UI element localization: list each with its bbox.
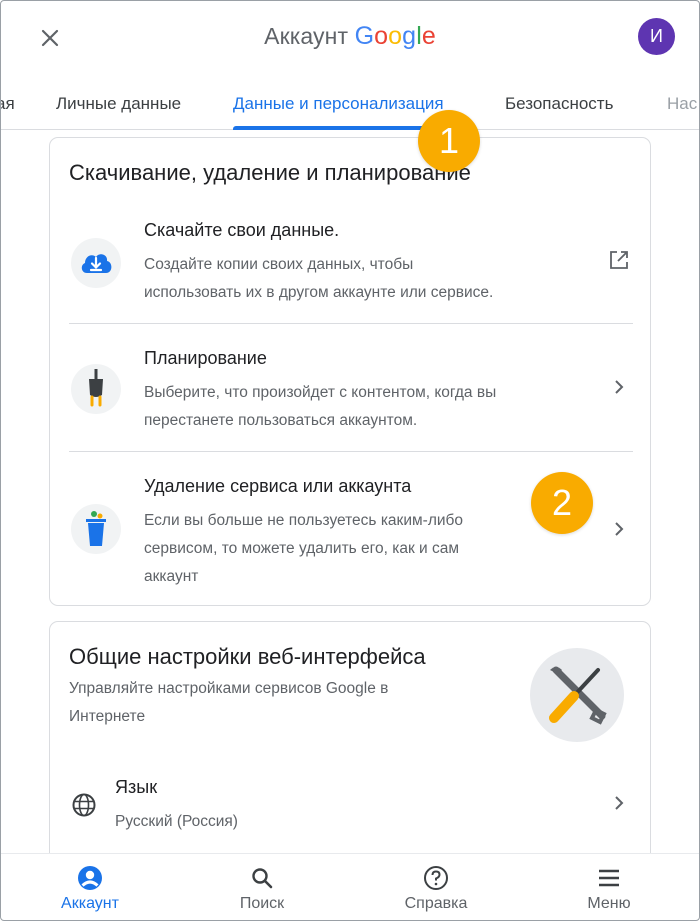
nav-label: Справка — [404, 895, 468, 912]
row-title: Планирование — [144, 348, 267, 368]
tab-previous[interactable]: ая — [0, 94, 15, 114]
page-title: Аккаунт Google — [0, 22, 700, 51]
download-data-row[interactable]: Скачайте свои данные. Создайте копии сво… — [50, 208, 650, 324]
help-icon — [423, 864, 449, 892]
step-badge-2: 2 — [531, 472, 593, 534]
row-description-line: использовать их в другом аккаунте или се… — [144, 284, 494, 301]
row-description-line: Если вы больше не пользуетесь каким-либо — [144, 512, 464, 529]
account-circle-icon — [77, 864, 103, 892]
google-logo-text: Google — [354, 22, 436, 50]
card-title: Скачивание, удаление и планирование — [69, 160, 471, 185]
card-title: Общие настройки веб-интерфейса — [69, 644, 426, 669]
trash-bin-icon — [71, 504, 121, 554]
web-settings-card: Общие настройки веб-интерфейса Управляйт… — [49, 621, 651, 881]
nav-help[interactable]: Справка — [381, 854, 491, 921]
bottom-navigation: Аккаунт Поиск Справка Меню — [0, 853, 700, 921]
nav-label: Меню — [587, 895, 631, 912]
chevron-right-icon — [605, 515, 633, 543]
tab-data-personalization[interactable]: Данные и персонализация — [233, 94, 444, 114]
tab-personal-info[interactable]: Личные данные — [56, 94, 181, 114]
card-description: Управляйте настройками сервисов Google в… — [69, 675, 489, 731]
row-title: Скачайте свои данные. — [144, 220, 340, 240]
card-description-line: Интернете — [69, 708, 146, 725]
row-description-line: Выберите, что произойдет с контентом, ко… — [144, 384, 497, 401]
tab-bar: ая Личные данные Данные и персонализация… — [0, 80, 700, 130]
avatar[interactable]: И — [638, 18, 675, 55]
app-header: Аккаунт Google И — [0, 0, 700, 76]
nav-account[interactable]: Аккаунт — [35, 854, 145, 921]
download-delete-plan-card: Скачивание, удаление и планирование Скач… — [49, 137, 651, 606]
tab-security[interactable]: Безопасность — [505, 94, 613, 114]
nav-label: Аккаунт — [61, 895, 119, 912]
nav-menu[interactable]: Меню — [554, 854, 664, 921]
nav-label: Поиск — [239, 895, 285, 912]
language-row[interactable]: Язык Русский (Россия) — [50, 760, 650, 850]
title-prefix: Аккаунт — [264, 23, 349, 49]
tools-icon — [530, 648, 624, 742]
row-description: Если вы больше не пользуетесь каким-либо… — [144, 507, 584, 591]
chevron-right-icon — [605, 373, 633, 401]
planning-row[interactable]: Планирование Выберите, что произойдет с … — [50, 324, 650, 451]
cloud-download-icon — [71, 238, 121, 288]
chevron-right-icon — [605, 789, 633, 817]
plug-icon — [71, 364, 121, 414]
step-badge-1: 1 — [418, 110, 480, 172]
globe-icon — [71, 792, 97, 818]
card-description-line: Управляйте настройками сервисов Google в — [69, 680, 389, 697]
row-description-line: аккаунт — [144, 568, 199, 585]
open-in-new-icon[interactable] — [605, 246, 633, 274]
nav-search[interactable]: Поиск — [207, 854, 317, 921]
search-icon — [250, 864, 274, 892]
row-title: Удаление сервиса или аккаунта — [144, 476, 412, 496]
row-description: Создайте копии своих данных, чтобы испол… — [144, 251, 584, 307]
row-description-line: сервисом, то можете удалить его, как и с… — [144, 540, 460, 557]
language-value: Русский (Россия) — [115, 813, 238, 830]
row-description-line: Создайте копии своих данных, чтобы — [144, 256, 414, 273]
language-title: Язык — [115, 777, 158, 797]
row-description-line: перестанете пользоваться аккаунтом. — [144, 412, 418, 429]
tab-settings[interactable]: Нас — [667, 94, 697, 114]
menu-icon — [597, 864, 621, 892]
row-description: Выберите, что произойдет с контентом, ко… — [144, 379, 584, 435]
